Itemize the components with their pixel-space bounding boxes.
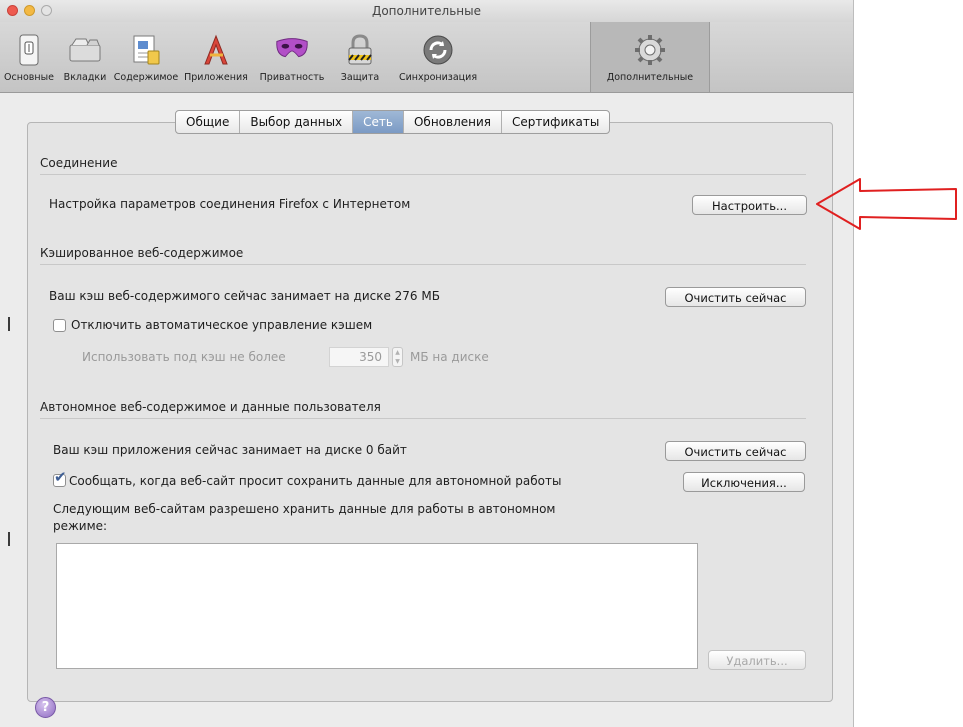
toolbar-label-content: Содержимое xyxy=(113,72,179,83)
toolbar-item-applications[interactable]: Приложения xyxy=(181,26,251,88)
toolbar-item-advanced[interactable]: Дополнительные xyxy=(590,22,710,92)
clear-cache-button[interactable]: Очистить сейчас xyxy=(665,287,806,307)
connection-description: Настройка параметров соединения Firefox … xyxy=(49,197,411,211)
tab-general[interactable]: Общие xyxy=(176,111,241,133)
toolbar-item-content[interactable]: Содержимое xyxy=(113,26,179,88)
preferences-toolbar: Основные Вкладки Содержимое Приложения П… xyxy=(0,22,853,93)
exceptions-button[interactable]: Исключения... xyxy=(683,472,805,492)
stepper-up-icon: ▲ xyxy=(395,349,400,356)
remove-site-button[interactable]: Удалить... xyxy=(708,650,806,670)
override-cache-label: Отключить автоматическое управление кэше… xyxy=(71,318,373,332)
toolbar-label-applications: Приложения xyxy=(184,72,248,83)
offline-sites-label-2: режиме: xyxy=(53,519,108,533)
cache-size-field[interactable]: 350 xyxy=(329,347,389,367)
tabs-icon xyxy=(67,32,103,68)
lock-icon xyxy=(342,32,378,68)
configure-connection-button[interactable]: Настроить... xyxy=(692,195,807,215)
clear-app-cache-button[interactable]: Очистить сейчас xyxy=(665,441,806,461)
toolbar-label-general: Основные xyxy=(4,72,54,83)
tab-certificates[interactable]: Сертификаты xyxy=(502,111,609,133)
tab-network[interactable]: Сеть xyxy=(353,111,404,133)
toolbar-item-general[interactable]: Основные xyxy=(2,26,56,88)
annotation-arrow-icon xyxy=(816,178,957,230)
cache-divider xyxy=(40,264,806,265)
cache-limit-suffix: МБ на диске xyxy=(410,350,489,364)
gear-icon xyxy=(632,32,668,68)
advanced-tab-bar: Общие Выбор данных Сеть Обновления Серти… xyxy=(175,110,611,134)
toolbar-label-advanced: Дополнительные xyxy=(606,72,694,83)
edge-artifact xyxy=(8,317,10,331)
notify-offline-checkbox[interactable]: ✔ xyxy=(53,470,67,487)
cache-limit-prefix: Использовать под кэш не более xyxy=(82,350,286,364)
connection-divider xyxy=(40,174,806,175)
offline-divider xyxy=(40,418,806,419)
title-bar[interactable]: Дополнительные xyxy=(0,0,853,22)
toolbar-item-tabs[interactable]: Вкладки xyxy=(60,26,110,88)
sync-icon xyxy=(420,32,456,68)
checkmark-icon: ✔ xyxy=(54,468,67,486)
content-icon xyxy=(128,32,164,68)
cache-usage-text: Ваш кэш веб-содержимого сейчас занимает … xyxy=(49,289,440,303)
offline-sites-label: Следующим веб-сайтам разрешено хранить д… xyxy=(53,502,556,516)
toolbar-item-privacy[interactable]: Приватность xyxy=(254,26,330,88)
tab-updates[interactable]: Обновления xyxy=(404,111,503,133)
offline-sites-list[interactable] xyxy=(56,543,698,669)
edge-artifact xyxy=(8,532,10,546)
app-cache-usage-text: Ваш кэш приложения сейчас занимает на ди… xyxy=(53,443,407,457)
offline-heading: Автономное веб-содержимое и данные польз… xyxy=(40,400,381,414)
preferences-window: Дополнительные Основные Вкладки Содержим… xyxy=(0,0,854,727)
toolbar-label-sync: Синхронизация xyxy=(398,72,478,83)
window-title: Дополнительные xyxy=(371,4,482,18)
tab-data-choices[interactable]: Выбор данных xyxy=(240,111,354,133)
cache-size-stepper[interactable]: ▲ ▼ xyxy=(392,347,403,367)
toolbar-label-privacy: Приватность xyxy=(259,72,325,83)
toolbar-label-tabs: Вкладки xyxy=(63,72,107,83)
cache-heading: Кэшированное веб-содержимое xyxy=(40,246,244,260)
connection-heading: Соединение xyxy=(40,156,118,170)
help-button[interactable]: ? xyxy=(35,697,56,718)
mask-icon xyxy=(274,32,310,68)
toolbar-label-security: Защита xyxy=(340,72,380,83)
applications-icon xyxy=(198,32,234,68)
toolbar-item-sync[interactable]: Синхронизация xyxy=(390,26,486,88)
stepper-down-icon: ▼ xyxy=(395,358,400,365)
switch-icon xyxy=(11,32,47,68)
override-cache-checkbox[interactable] xyxy=(53,319,66,332)
toolbar-item-security[interactable]: Защита xyxy=(333,26,387,88)
notify-offline-label: Сообщать, когда веб-сайт просит сохранит… xyxy=(69,474,562,488)
